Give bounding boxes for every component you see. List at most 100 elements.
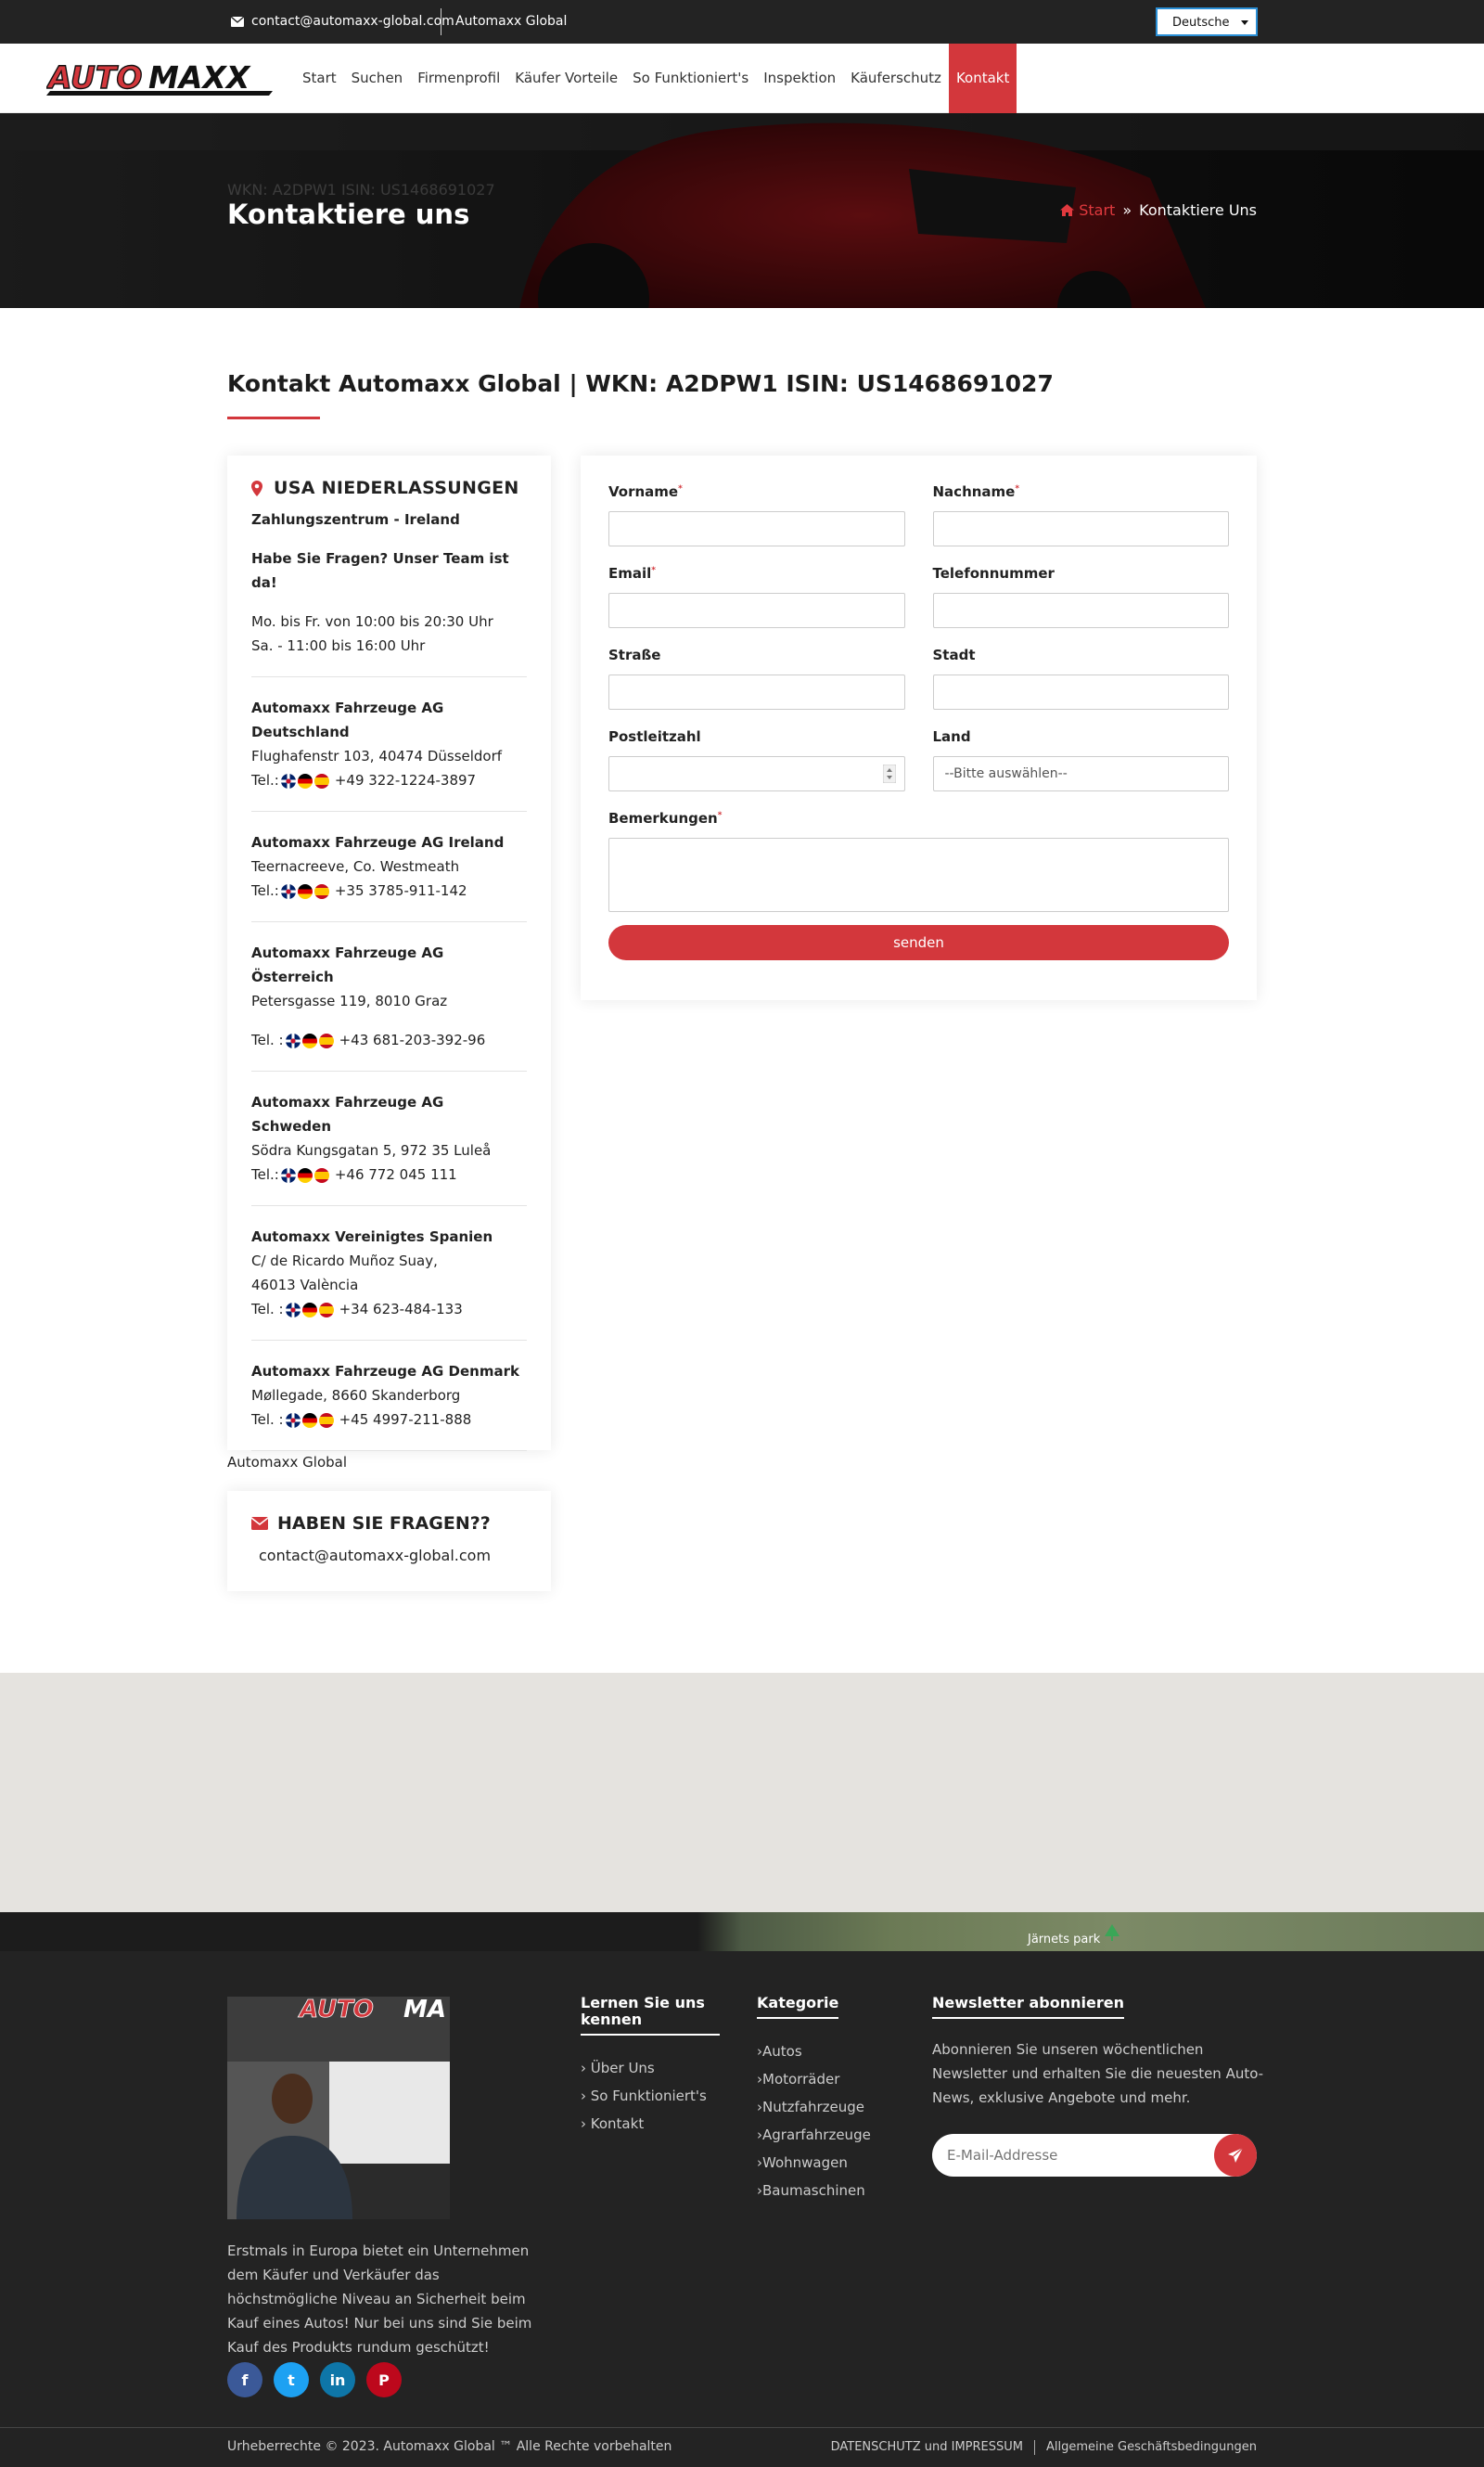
- office-tel: Tel. : +43 681-203-392-96: [251, 1028, 527, 1052]
- street-label: Straße: [608, 647, 661, 663]
- city-label: Stadt: [932, 647, 976, 663]
- office-address: Petersgasse 119, 8010 Graz: [251, 993, 448, 1009]
- uk-flag-icon: [285, 1302, 301, 1317]
- office-tel: Tel. : +34 623-484-133: [251, 1297, 527, 1321]
- footer-link[interactable]: ›Motorräder: [757, 2065, 905, 2093]
- privacy-link[interactable]: DATENSCHUTZ und IMPRESSUM: [831, 2440, 1023, 2455]
- footer-link[interactable]: ›Nutzfahrzeuge: [757, 2093, 905, 2121]
- faq-email[interactable]: contact@automaxx-global.com: [259, 1547, 527, 1564]
- footer-link[interactable]: ›Baumaschinen: [757, 2177, 905, 2204]
- office-es: Automaxx Vereinigtes Spanien C/ de Ricar…: [251, 1206, 527, 1341]
- footer-link[interactable]: ›Agrarfahrzeuge: [757, 2121, 905, 2149]
- office-address: Södra Kungsgatan 5, 972 35 Luleå: [251, 1142, 492, 1159]
- tel-number[interactable]: +35 3785-911-142: [335, 882, 467, 899]
- office-name: Automaxx Fahrzeuge AG Deutschland: [251, 700, 444, 740]
- tel-number[interactable]: +34 623-484-133: [339, 1301, 463, 1317]
- office-name: Automaxx Vereinigtes Spanien: [251, 1228, 493, 1245]
- tel-number[interactable]: +49 322-1224-3897: [335, 772, 476, 789]
- office-de: Automaxx Fahrzeuge AG Deutschland Flugha…: [251, 677, 527, 812]
- tel-number[interactable]: +46 772 045 111: [335, 1166, 457, 1183]
- language-select-value: Deutsche: [1172, 16, 1230, 30]
- automaxx-logo[interactable]: AUTO MAXX: [46, 60, 275, 97]
- map-embed[interactable]: Järnets park: [0, 1673, 1484, 1951]
- facebook-icon[interactable]: f: [227, 2362, 262, 2397]
- first-name-group: Vorname*: [608, 483, 905, 565]
- envelope-icon: [251, 1517, 268, 1530]
- first-name-label: Vorname*: [608, 483, 905, 502]
- tel-number[interactable]: +43 681-203-392-96: [339, 1032, 486, 1048]
- photo-logo-red: AUTO: [298, 1997, 374, 2024]
- last-name-input[interactable]: [932, 511, 1229, 546]
- country-select[interactable]: --Bitte auswählen--: [932, 756, 1229, 791]
- legal-links: DATENSCHUTZ und IMPRESSUM Allgemeine Ges…: [831, 2440, 1257, 2455]
- footer-link[interactable]: ›Wohnwagen: [757, 2149, 905, 2177]
- nav-menu: Start Suchen Firmenprofil Käufer Vorteil…: [295, 44, 1017, 113]
- breadcrumb-home[interactable]: Start: [1060, 201, 1115, 219]
- footer-link[interactable]: › Über Uns: [581, 2054, 720, 2082]
- city-input[interactable]: [932, 675, 1229, 710]
- email-input[interactable]: [608, 593, 905, 628]
- language-select[interactable]: Deutsche: [1156, 7, 1258, 36]
- main-nav: AUTO MAXX Start Suchen Firmenprofil Käuf…: [0, 44, 1484, 113]
- remarks-textarea[interactable]: [608, 838, 1229, 912]
- nav-item-kontakt[interactable]: Kontakt: [948, 44, 1017, 113]
- phone-group: Telefonnummer: [932, 565, 1229, 647]
- office-address: C/ de Ricardo Muñoz Suay, 46013 València: [251, 1253, 438, 1293]
- nav-item-kaeuferschutz[interactable]: Käuferschutz: [843, 44, 949, 113]
- terms-link[interactable]: Allgemeine Geschäftsbedingungen: [1046, 2440, 1257, 2455]
- office-name: Automaxx Fahrzeuge AG Denmark: [251, 1363, 519, 1380]
- footer-link[interactable]: › So Funktioniert's: [581, 2082, 720, 2110]
- home-icon: [1060, 204, 1075, 216]
- tel-label: Tel.:: [251, 772, 279, 789]
- tel-label: Tel.:: [251, 1166, 279, 1183]
- street-input[interactable]: [608, 675, 905, 710]
- language-flags: [280, 1167, 329, 1183]
- topbar-brand[interactable]: Automaxx Global: [455, 14, 567, 29]
- submit-button[interactable]: senden: [608, 925, 1229, 960]
- nav-item-firmenprofil[interactable]: Firmenprofil: [410, 44, 507, 113]
- first-name-input[interactable]: [608, 511, 905, 546]
- nav-item-kaeufer-vorteile[interactable]: Käufer Vorteile: [507, 44, 625, 113]
- top-bar: contact@automaxx-global.com Automaxx Glo…: [0, 0, 1484, 44]
- label-text: Vorname: [608, 483, 679, 500]
- hero-ghost-text: WKN: A2DPW1 ISIN: US1468691027: [227, 181, 495, 199]
- faq-title-text: HABEN SIE FRAGEN??: [277, 1513, 491, 1534]
- nav-item-inspektion[interactable]: Inspektion: [756, 44, 843, 113]
- number-spinner-icon[interactable]: [882, 765, 896, 783]
- newsletter-email-input[interactable]: [932, 2134, 1201, 2177]
- uk-flag-icon: [280, 883, 296, 899]
- nav-item-suchen[interactable]: Suchen: [344, 44, 411, 113]
- phone-input[interactable]: [932, 593, 1229, 628]
- paper-plane-icon: [1228, 2148, 1243, 2163]
- topbar-email[interactable]: contact@automaxx-global.com: [231, 14, 454, 29]
- linkedin-icon[interactable]: in: [320, 2362, 355, 2397]
- nav-item-so-funktionierts[interactable]: So Funktioniert's: [625, 44, 756, 113]
- locations-card: USA NIEDERLASSUNGEN Zahlungszentrum - Ir…: [227, 456, 551, 1451]
- office-tel: Tel.: +46 772 045 111: [251, 1163, 527, 1187]
- office-address: Teernacreeve, Co. Westmeath: [251, 858, 460, 875]
- office-name: Automaxx Fahrzeuge AG Österreich: [251, 944, 444, 985]
- tel-label: Tel. :: [251, 1411, 284, 1428]
- country-group: Land --Bitte auswählen--: [932, 728, 1229, 810]
- newsletter-submit-button[interactable]: [1214, 2134, 1257, 2177]
- legal-divider: [1034, 2440, 1035, 2455]
- copyright: Urheberrechte © 2023. Automaxx Global ™ …: [227, 2439, 672, 2454]
- germany-flag-icon: [297, 773, 313, 789]
- spain-flag-icon: [318, 1033, 334, 1048]
- email-label: Email*: [608, 565, 905, 584]
- hero-banner: WKN: A2DPW1 ISIN: US1468691027 Kontaktie…: [0, 113, 1484, 308]
- nav-item-start[interactable]: Start: [295, 44, 344, 113]
- footer-link[interactable]: › Kontakt: [581, 2110, 720, 2138]
- hours-weekday: Mo. bis Fr. von 10:00 bis 20:30 Uhr: [251, 613, 493, 630]
- tel-number[interactable]: +45 4997-211-888: [339, 1411, 472, 1428]
- footer-link-label: Baumaschinen: [762, 2182, 865, 2199]
- pinterest-icon[interactable]: P: [366, 2362, 402, 2397]
- twitter-icon[interactable]: t: [274, 2362, 309, 2397]
- required-mark: *: [651, 566, 657, 575]
- label-text: Bemerkungen: [608, 810, 718, 827]
- office-at: Automaxx Fahrzeuge AG Österreich Petersg…: [251, 922, 527, 1072]
- footer-bottom-bar: Urheberrechte © 2023. Automaxx Global ™ …: [0, 2427, 1484, 2467]
- zip-input[interactable]: [608, 756, 905, 791]
- footer-photo: AUTO MA: [227, 1997, 450, 2219]
- footer-link[interactable]: ›Autos: [757, 2037, 905, 2065]
